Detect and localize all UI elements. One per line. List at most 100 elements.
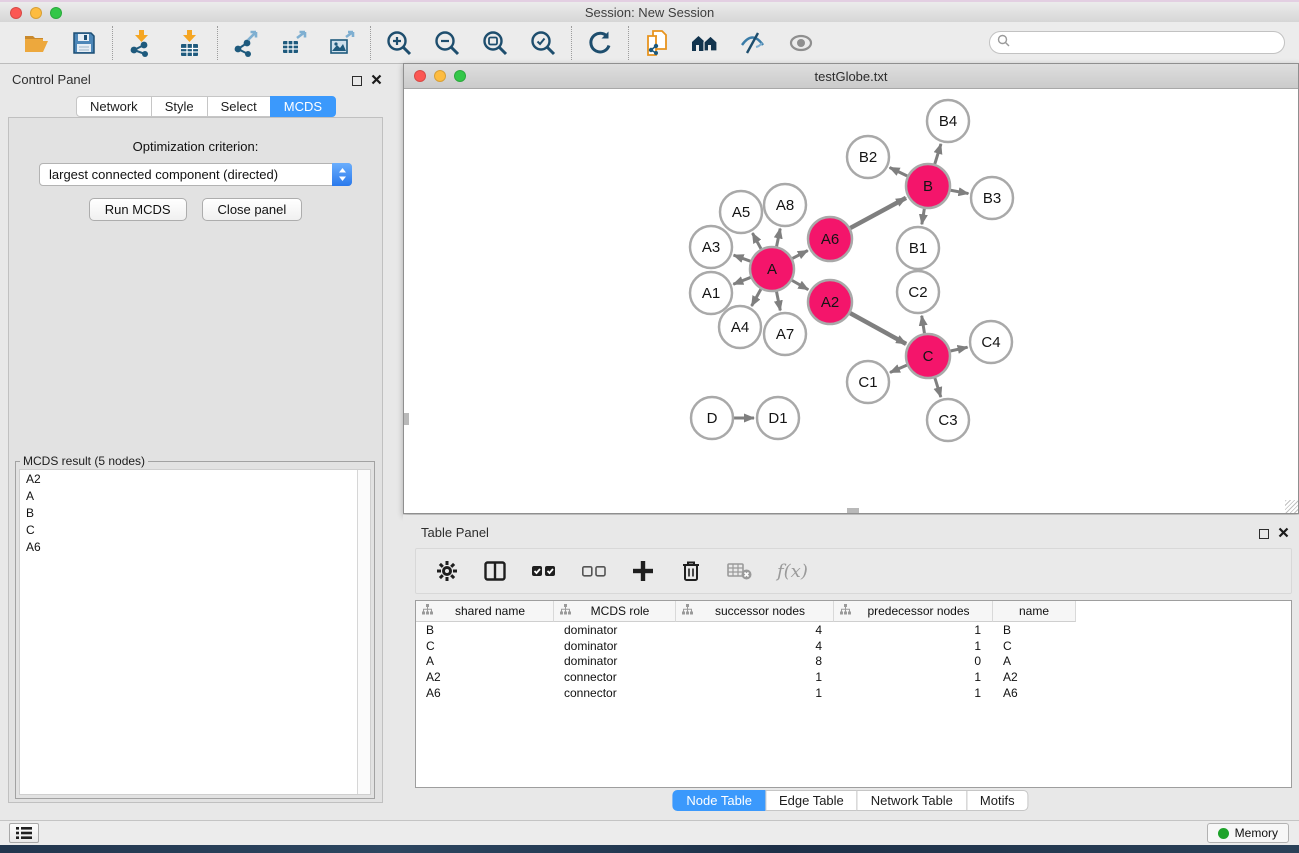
tab-node-table[interactable]: Node Table: [672, 790, 766, 811]
graph-node-A1[interactable]: A1: [690, 272, 732, 314]
graph-edge-C-C2[interactable]: [922, 316, 925, 334]
graph-node-A8[interactable]: A8: [764, 184, 806, 226]
network-window-titlebar[interactable]: testGlobe.txt: [404, 64, 1298, 89]
graph-edge-C-C3[interactable]: [935, 378, 941, 397]
table-cell[interactable]: A: [416, 654, 554, 668]
minimize-window-icon[interactable]: [434, 70, 446, 82]
graph-edge-A-A6[interactable]: [792, 250, 807, 258]
table-cell[interactable]: 0: [834, 654, 993, 668]
column-header-MCDS-role[interactable]: MCDS role: [554, 601, 676, 622]
table-cell[interactable]: A: [993, 654, 1076, 668]
show-graphics-icon[interactable]: [787, 29, 815, 57]
table-cell[interactable]: connector: [554, 670, 676, 684]
graph-node-A6[interactable]: A6: [808, 217, 852, 261]
search-field[interactable]: [989, 31, 1285, 54]
table-cell[interactable]: 1: [834, 639, 993, 653]
delete-icon[interactable]: [679, 559, 703, 583]
select-all-icon[interactable]: [531, 559, 557, 583]
result-item[interactable]: A: [20, 487, 370, 504]
column-header-successor-nodes[interactable]: successor nodes: [676, 601, 834, 622]
table-cell[interactable]: B: [416, 623, 554, 637]
table-cell[interactable]: C: [416, 639, 554, 653]
result-item[interactable]: A2: [20, 470, 370, 487]
graph-node-C3[interactable]: C3: [927, 399, 969, 441]
close-panel-icon[interactable]: [371, 72, 382, 90]
mcds-result-list[interactable]: A2ABCA6: [19, 469, 371, 795]
table-cell[interactable]: C: [993, 639, 1076, 653]
graph-node-C4[interactable]: C4: [970, 321, 1012, 363]
table-cell[interactable]: A6: [993, 686, 1076, 700]
table-row[interactable]: Bdominator41B: [416, 622, 1291, 638]
vertical-scrollbar[interactable]: [404, 413, 409, 425]
tab-network-table[interactable]: Network Table: [857, 790, 967, 811]
graph-node-C[interactable]: C: [906, 334, 950, 378]
graph-edge-B-B3[interactable]: [951, 190, 969, 193]
graph-edge-B-B2[interactable]: [890, 167, 908, 176]
clone-network-icon[interactable]: [643, 29, 671, 57]
table-cell[interactable]: 4: [676, 639, 834, 653]
result-scrollbar[interactable]: [357, 470, 370, 794]
table-row[interactable]: A6connector11A6: [416, 685, 1291, 701]
export-network-icon[interactable]: [232, 29, 260, 57]
table-cell[interactable]: 1: [834, 670, 993, 684]
tab-select[interactable]: Select: [207, 96, 271, 117]
table-cell[interactable]: A2: [993, 670, 1076, 684]
graph-node-A5[interactable]: A5: [720, 191, 762, 233]
graph-edge-B-B1[interactable]: [922, 209, 925, 225]
column-header-name[interactable]: name: [993, 601, 1076, 622]
run-mcds-button[interactable]: Run MCDS: [89, 198, 187, 221]
maximize-window-icon[interactable]: [50, 7, 62, 19]
graph-edge-C-C1[interactable]: [890, 365, 907, 372]
graph-edge-A6-B[interactable]: [850, 198, 906, 228]
result-item[interactable]: A6: [20, 538, 370, 555]
graph-node-B1[interactable]: B1: [897, 227, 939, 269]
zoom-fit-icon[interactable]: [481, 29, 509, 57]
table-cell[interactable]: A2: [416, 670, 554, 684]
graph-edge-A-A7[interactable]: [777, 292, 781, 311]
graph-node-C1[interactable]: C1: [847, 361, 889, 403]
import-table-icon[interactable]: [175, 29, 203, 57]
graph-node-D1[interactable]: D1: [757, 397, 799, 439]
close-window-icon[interactable]: [414, 70, 426, 82]
graph-node-A2[interactable]: A2: [808, 280, 852, 324]
graph-node-A7[interactable]: A7: [764, 313, 806, 355]
result-item[interactable]: C: [20, 521, 370, 538]
graph-edge-C-C4[interactable]: [950, 347, 967, 351]
table-cell[interactable]: 1: [834, 623, 993, 637]
table-cell[interactable]: dominator: [554, 623, 676, 637]
network-canvas[interactable]: AA1A2A3A4A5A6A7A8BB1B2B3B4CC1C2C3C4DD1: [404, 89, 1298, 513]
table-cell[interactable]: dominator: [554, 654, 676, 668]
graph-edge-A-A2[interactable]: [792, 280, 808, 289]
export-table-icon[interactable]: [280, 29, 308, 57]
result-item[interactable]: B: [20, 504, 370, 521]
table-row[interactable]: A2connector11A2: [416, 669, 1291, 685]
resize-handle[interactable]: [1285, 500, 1298, 513]
deselect-all-icon[interactable]: [581, 559, 607, 583]
open-file-icon[interactable]: [22, 29, 50, 57]
tab-style[interactable]: Style: [151, 96, 208, 117]
home-layout-icon[interactable]: [691, 29, 719, 57]
graph-node-D[interactable]: D: [691, 397, 733, 439]
graph-node-B[interactable]: B: [906, 164, 950, 208]
table-cell[interactable]: 1: [834, 686, 993, 700]
float-panel-icon[interactable]: [1259, 529, 1269, 539]
graph-node-A3[interactable]: A3: [690, 226, 732, 268]
tab-motifs[interactable]: Motifs: [966, 790, 1029, 811]
column-view-icon[interactable]: [483, 559, 507, 583]
zoom-out-icon[interactable]: [433, 29, 461, 57]
table-cell[interactable]: 1: [676, 670, 834, 684]
close-panel-icon[interactable]: [1278, 525, 1289, 543]
node-table[interactable]: shared nameMCDS rolesuccessor nodesprede…: [415, 600, 1292, 788]
criterion-dropdown[interactable]: largest connected component (directed): [39, 163, 352, 186]
table-cell[interactable]: 1: [676, 686, 834, 700]
tab-mcds[interactable]: MCDS: [270, 96, 336, 117]
graph-edge-A-A4[interactable]: [752, 289, 761, 306]
search-input[interactable]: [1014, 36, 1277, 50]
save-session-icon[interactable]: [70, 29, 98, 57]
column-header-predecessor-nodes[interactable]: predecessor nodes: [834, 601, 993, 622]
table-cell[interactable]: 8: [676, 654, 834, 668]
network-graph[interactable]: AA1A2A3A4A5A6A7A8BB1B2B3B4CC1C2C3C4DD1: [404, 89, 1298, 513]
hide-graphics-icon[interactable]: [739, 29, 767, 57]
table-cell[interactable]: A6: [416, 686, 554, 700]
export-image-icon[interactable]: [328, 29, 356, 57]
